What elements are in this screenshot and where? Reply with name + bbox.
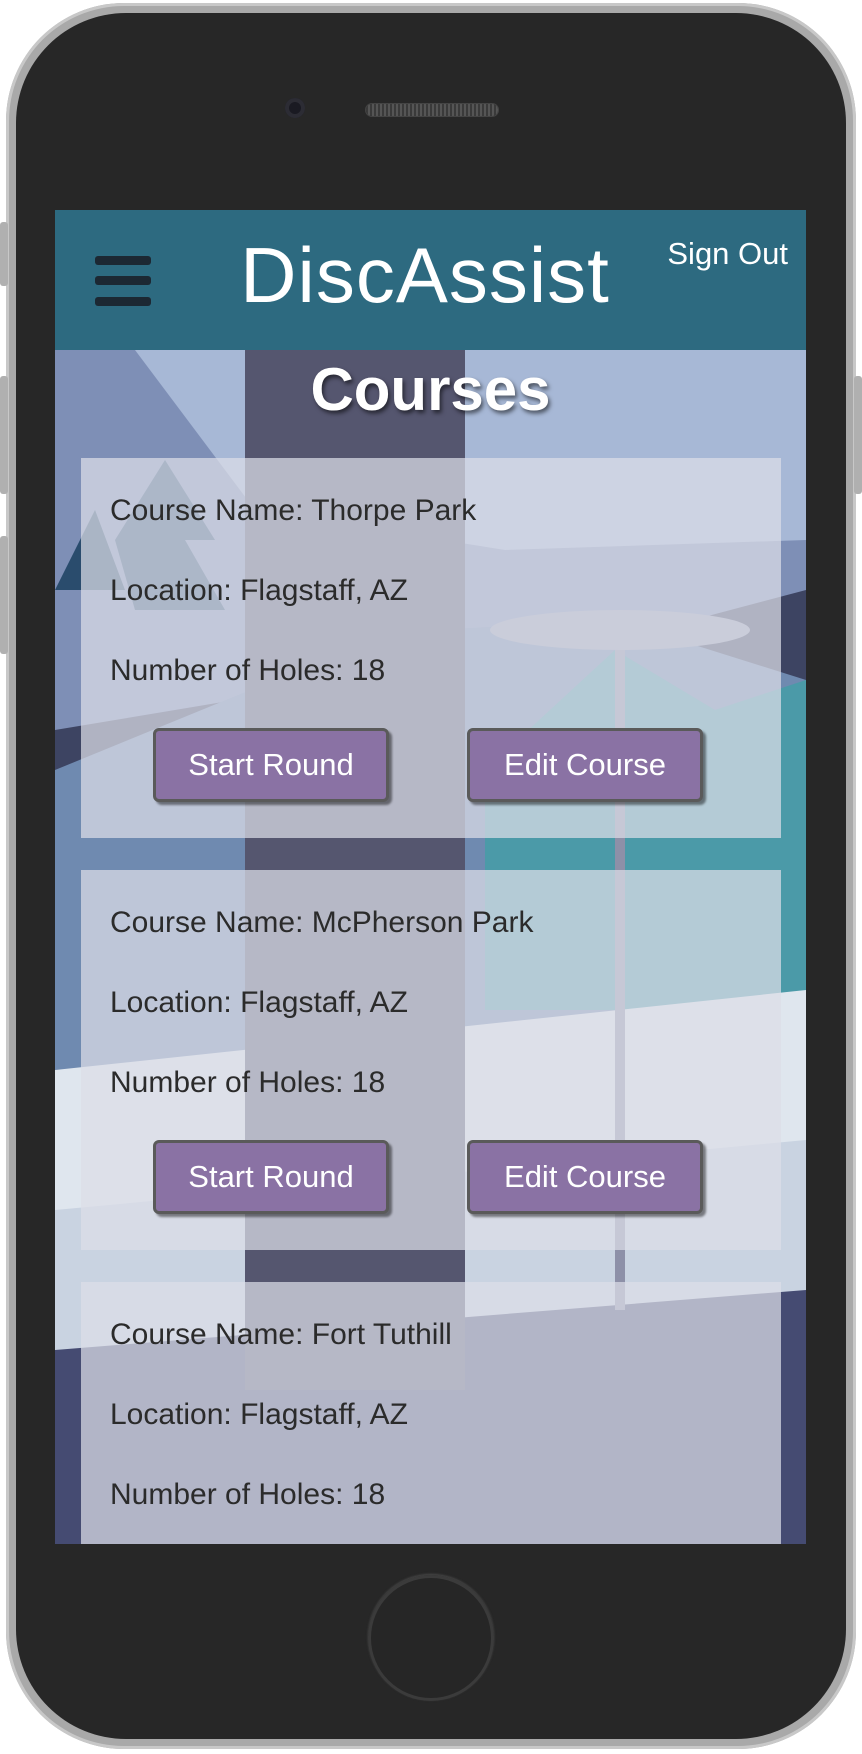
edit-course-button[interactable]: Edit Course <box>467 728 703 802</box>
course-location: Location: Flagstaff, AZ <box>110 986 408 1019</box>
front-camera-icon <box>285 98 305 118</box>
course-card: Course Name: McPherson Park Location: Fl… <box>81 870 781 1250</box>
home-button[interactable] <box>368 1575 494 1701</box>
app-brand: DiscAssist <box>240 231 610 319</box>
course-card: Course Name: Fort Tuthill Location: Flag… <box>81 1282 781 1544</box>
course-location: Location: Flagstaff, AZ <box>110 574 408 607</box>
course-holes: Number of Holes: 18 <box>110 1478 386 1511</box>
start-round-button[interactable]: Start Round <box>153 728 389 802</box>
course-location: Location: Flagstaff, AZ <box>110 1398 408 1431</box>
power-button <box>854 376 862 494</box>
course-name: Course Name: Thorpe Park <box>110 494 477 527</box>
course-holes: Number of Holes: 18 <box>110 654 386 687</box>
volume-up-button <box>0 376 8 494</box>
course-name: Course Name: Fort Tuthill <box>110 1318 452 1351</box>
course-name: Course Name: McPherson Park <box>110 906 534 939</box>
sign-out-link[interactable]: Sign Out <box>667 236 788 272</box>
app-header: DiscAssist Sign Out <box>55 210 806 350</box>
course-holes: Number of Holes: 18 <box>110 1066 386 1099</box>
edit-course-button[interactable]: Edit Course <box>467 1140 703 1214</box>
page-title: Courses <box>310 356 551 423</box>
mute-switch <box>0 222 8 286</box>
app-screen: DiscAssist Sign Out Courses Course Name:… <box>55 210 806 1544</box>
volume-down-button <box>0 536 8 654</box>
speaker-grille <box>366 104 498 116</box>
hamburger-menu-icon[interactable] <box>95 256 151 306</box>
start-round-button[interactable]: Start Round <box>153 1140 389 1214</box>
course-card: Course Name: Thorpe Park Location: Flags… <box>81 458 781 838</box>
